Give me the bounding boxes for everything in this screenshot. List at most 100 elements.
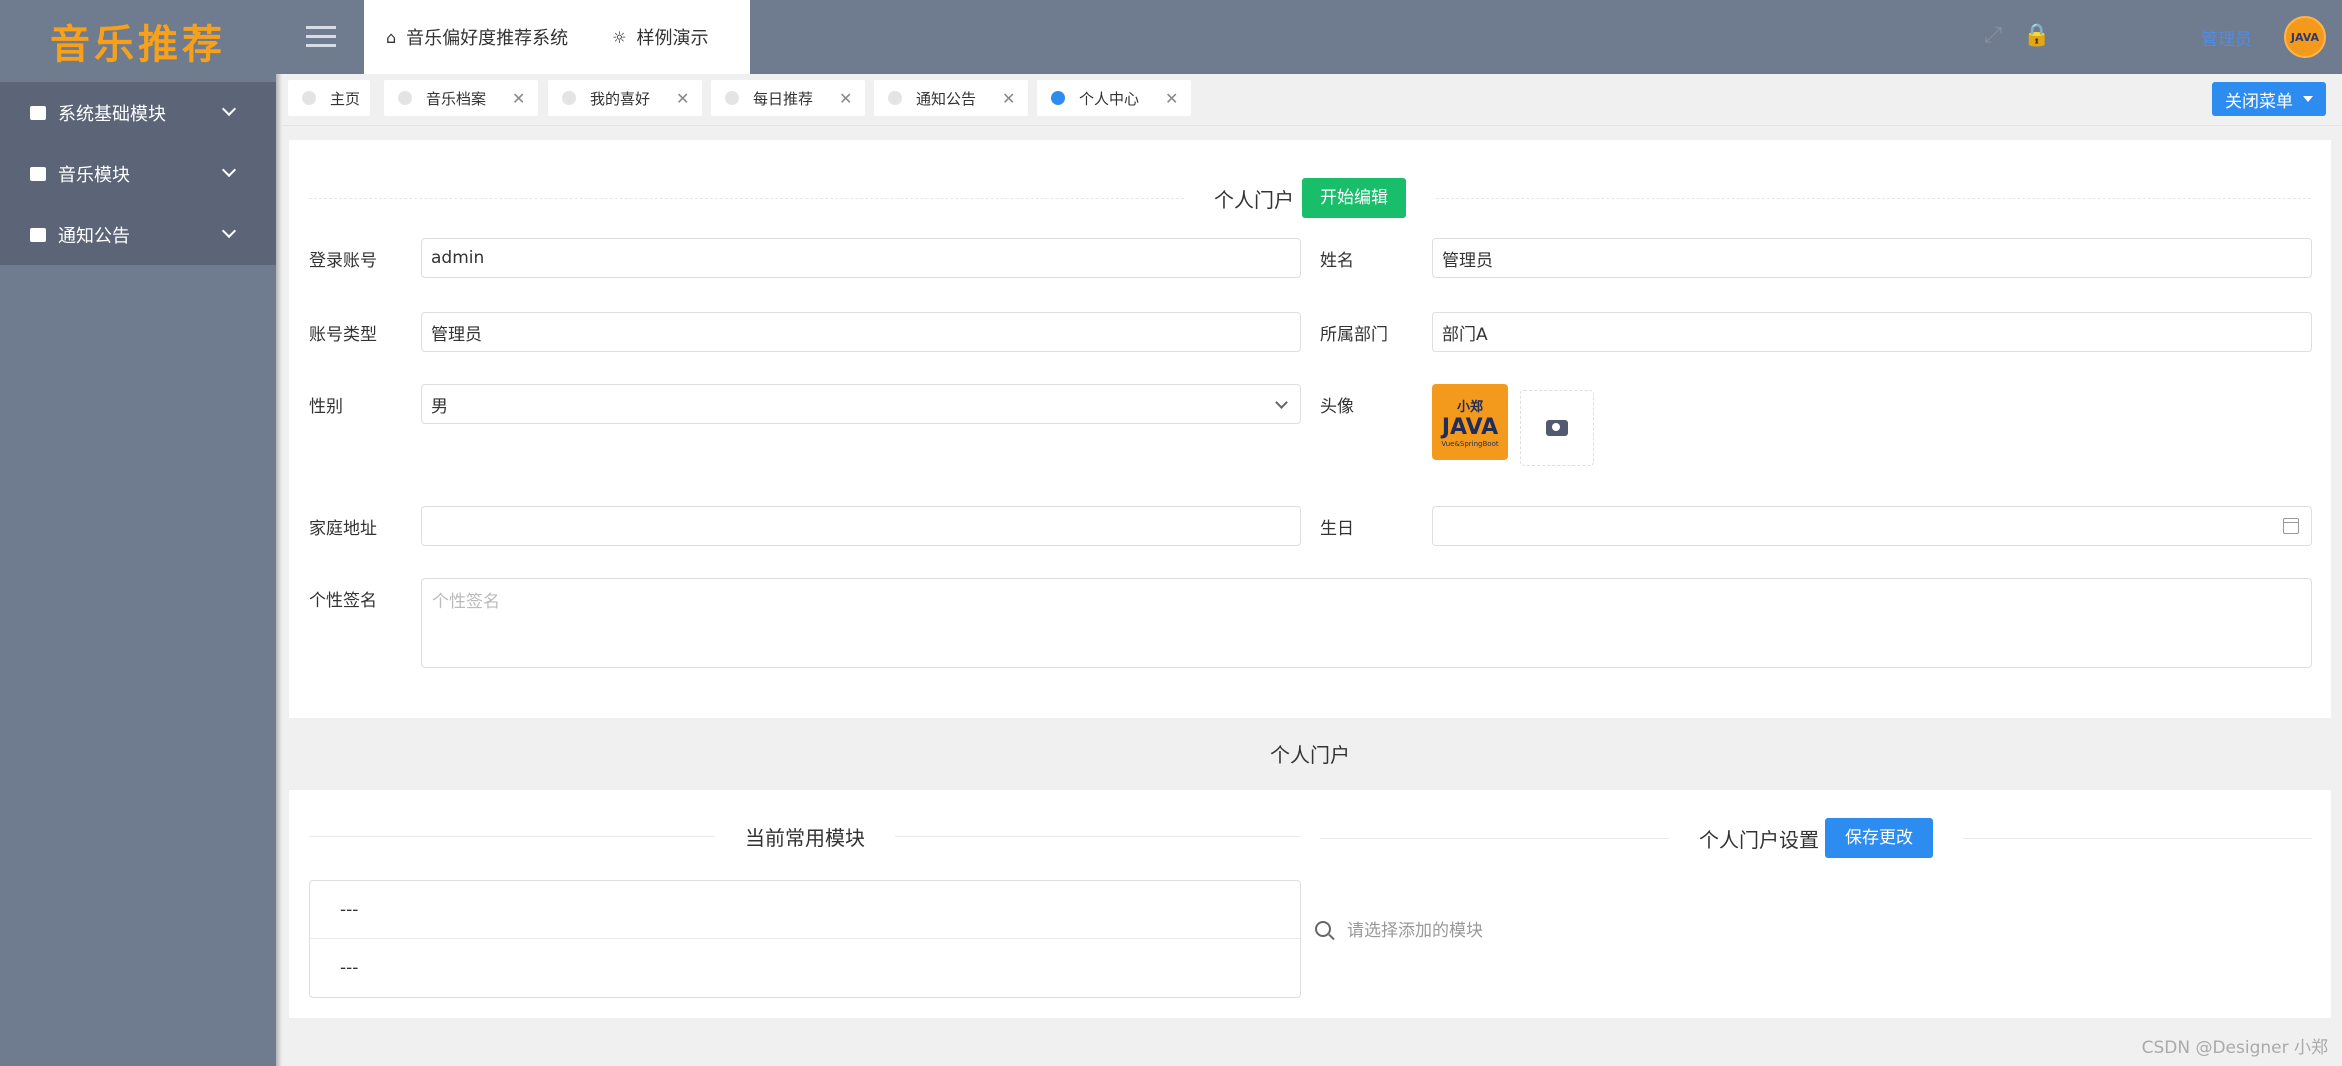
tab-my-favorites[interactable]: 我的喜好 ✕	[548, 80, 702, 116]
login-account-label: 登录账号	[309, 251, 377, 271]
page-tabbar: 主页 音乐档案 ✕ 我的喜好 ✕ 每日推荐 ✕ 通知公告 ✕ 个人中心 ✕	[282, 74, 2342, 126]
sidebar-item-label: 音乐模块	[58, 164, 130, 186]
portal-card: 当前常用模块 个人门户设置 保存更改 --- --- 请选择添加的模块	[289, 790, 2331, 1018]
tab-music-archive[interactable]: 音乐档案 ✕	[384, 80, 538, 116]
list-item[interactable]: ---	[310, 881, 1300, 939]
user-name[interactable]: 管理员	[2201, 25, 2252, 50]
current-modules-list: --- ---	[309, 880, 1301, 998]
module-search-placeholder: 请选择添加的模块	[1347, 921, 1483, 941]
menu-toggle-icon[interactable]	[306, 26, 336, 48]
tab-label: 主页	[330, 89, 361, 108]
gender-select[interactable]: 男	[421, 384, 1301, 424]
tab-label: 音乐档案	[426, 89, 487, 108]
header-tabs: ⌂ 音乐偏好度推荐系统 ☼ 样例演示	[364, 0, 750, 74]
account-type-field[interactable]: 管理员	[421, 312, 1301, 352]
close-icon[interactable]: ✕	[839, 89, 852, 108]
department-field[interactable]: 部门A	[1432, 312, 2312, 352]
module-search[interactable]: 请选择添加的模块	[1315, 916, 1483, 941]
account-type-label: 账号类型	[309, 325, 377, 345]
sidebar-item-music[interactable]: 音乐模块	[0, 143, 276, 204]
department-label: 所属部门	[1320, 325, 1388, 345]
tab-daily-recommend[interactable]: 每日推荐 ✕	[711, 80, 865, 116]
gender-label: 性别	[309, 397, 343, 417]
birthday-label: 生日	[1320, 519, 1354, 539]
close-icon[interactable]: ✕	[512, 89, 525, 108]
name-label: 姓名	[1320, 251, 1354, 271]
watermark: CSDN @Designer 小郑	[2141, 1038, 2328, 1058]
close-menu-button[interactable]: 关闭菜单	[2212, 82, 2326, 116]
address-field[interactable]	[421, 506, 1301, 546]
current-modules-title: 当前常用模块	[745, 825, 865, 850]
divider-line	[309, 197, 1184, 199]
signature-textarea[interactable]: 个性签名	[421, 578, 2312, 668]
chevron-down-icon	[221, 101, 237, 117]
signature-label: 个性签名	[309, 591, 377, 611]
cup-icon	[30, 166, 46, 181]
list-item[interactable]: ---	[310, 939, 1300, 997]
sidebar-item-label: 系统基础模块	[58, 103, 166, 125]
start-edit-button[interactable]: 开始编辑	[1302, 178, 1406, 218]
header-tab-system[interactable]: ⌂ 音乐偏好度推荐系统	[364, 24, 590, 50]
tab-dot-icon	[1051, 91, 1065, 105]
notice-icon	[30, 227, 46, 242]
name-field[interactable]: 管理员	[1432, 238, 2312, 278]
avatar-image-line1: 小郑	[1456, 400, 1483, 415]
camera-icon	[1546, 420, 1568, 436]
close-menu-label: 关闭菜单	[2225, 91, 2293, 112]
address-label: 家庭地址	[309, 519, 377, 539]
sidebar-shadow	[276, 0, 282, 1066]
chart-icon	[30, 105, 46, 120]
header-tab-demo[interactable]: ☼ 样例演示	[590, 24, 730, 50]
avatar-image[interactable]: 小郑 JAVA Vue&SpringBoot	[1432, 384, 1508, 460]
sidebar-menu: 系统基础模块 音乐模块 通知公告	[0, 82, 276, 265]
birthday-field[interactable]	[1432, 506, 2312, 546]
tab-notice[interactable]: 通知公告 ✕	[874, 80, 1028, 116]
close-icon[interactable]: ✕	[1165, 89, 1178, 108]
avatar-image-line3: Vue&SpringBoot	[1441, 440, 1499, 448]
user-avatar[interactable]: JAVA	[2284, 16, 2326, 58]
portal-settings-title: 个人门户设置	[1699, 827, 1819, 852]
tab-dot-icon	[398, 91, 412, 105]
close-icon[interactable]: ✕	[1002, 89, 1015, 108]
close-icon[interactable]: ✕	[676, 89, 689, 108]
avatar-image-line2: JAVA	[1441, 415, 1499, 440]
profile-card: 个人门户 开始编辑 登录账号 admin 姓名 管理员 账号类型 管理员 所属部…	[289, 140, 2331, 718]
divider-line	[1320, 837, 1669, 839]
portal-settings-divider: 个人门户设置 保存更改	[1320, 818, 2312, 858]
chevron-down-icon	[221, 223, 237, 239]
sidebar: 音乐推荐 系统基础模块 音乐模块 通知公告	[0, 0, 276, 1066]
current-modules-divider: 当前常用模块	[309, 816, 1301, 856]
divider-line	[895, 835, 1301, 837]
divider-line	[309, 835, 715, 837]
save-changes-button[interactable]: 保存更改	[1825, 818, 1933, 858]
tab-personal-center[interactable]: 个人中心 ✕	[1037, 80, 1191, 116]
calendar-icon	[2283, 518, 2299, 534]
bulb-icon: ☼	[612, 27, 627, 47]
logo-text: 音乐推荐	[50, 22, 226, 68]
profile-title: 个人门户	[1214, 187, 1294, 212]
home-icon: ⌂	[386, 27, 397, 47]
tab-dot-icon	[302, 91, 316, 105]
chevron-down-icon	[221, 162, 237, 178]
divider-line	[1436, 197, 2311, 199]
header-tab-label: 音乐偏好度推荐系统	[406, 28, 569, 49]
search-icon	[1315, 920, 1331, 937]
divider-line	[1963, 837, 2312, 839]
sidebar-item-notice[interactable]: 通知公告	[0, 204, 276, 265]
caret-down-icon	[2303, 96, 2313, 102]
lock-icon[interactable]: 🔒	[2023, 24, 2050, 48]
gender-value: 男	[431, 396, 448, 417]
fullscreen-icon[interactable]: ⤢	[1981, 24, 2005, 48]
tab-label: 我的喜好	[590, 89, 651, 108]
app-logo[interactable]: 音乐推荐	[0, 0, 276, 82]
tab-home[interactable]: 主页	[288, 80, 370, 116]
avatar-upload-button[interactable]	[1520, 390, 1594, 466]
login-account-field[interactable]: admin	[421, 238, 1301, 278]
tab-label: 个人中心	[1079, 89, 1140, 108]
tab-label: 每日推荐	[753, 89, 814, 108]
header-icons: ⤢ 🔒	[1981, 24, 2050, 48]
profile-divider: 个人门户 开始编辑	[309, 178, 2311, 218]
sidebar-item-system[interactable]: 系统基础模块	[0, 82, 276, 143]
chevron-down-icon	[1275, 396, 1288, 409]
tab-dot-icon	[888, 91, 902, 105]
